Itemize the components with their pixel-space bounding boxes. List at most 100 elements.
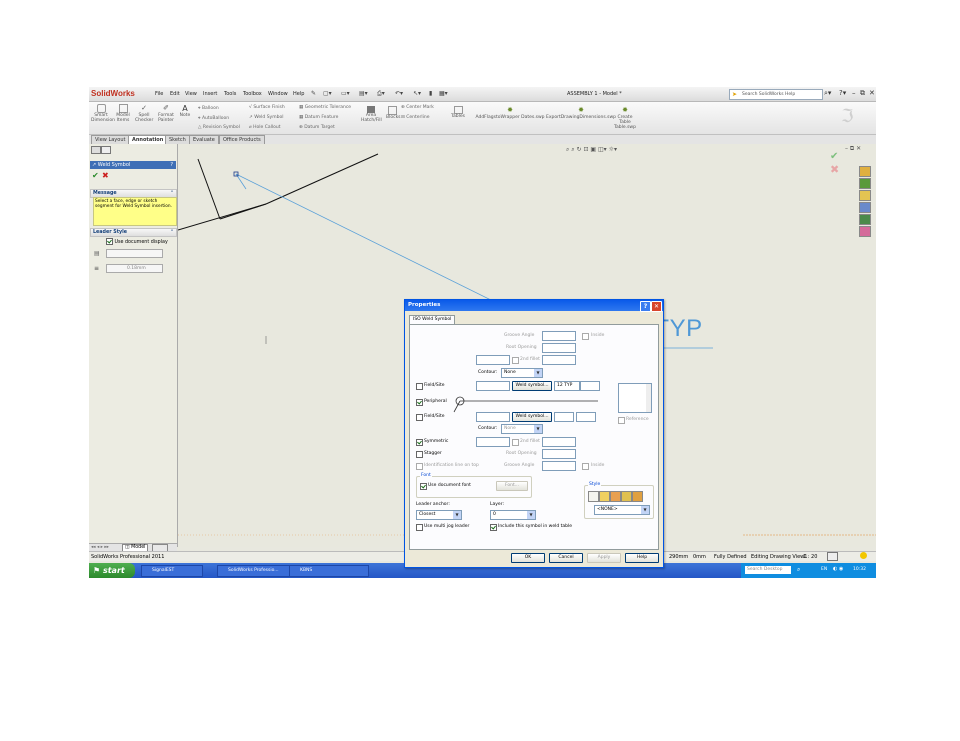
style-list-icon[interactable] — [588, 491, 599, 502]
weld-pitch-field-bottom[interactable] — [576, 412, 596, 422]
taskbar-item-signalest[interactable]: SignalEST — [141, 565, 203, 577]
blocks-button[interactable]: Blocks — [386, 106, 401, 120]
weld-length-field-bottom[interactable] — [554, 412, 574, 422]
save-style-icon[interactable] — [621, 491, 632, 502]
file-properties-icon[interactable]: ▦▾ — [439, 90, 448, 97]
language-indicator[interactable]: EN — [821, 567, 827, 572]
groove-angle-field-top[interactable] — [542, 331, 576, 341]
update-style-icon[interactable] — [610, 491, 621, 502]
collapse-icon-2[interactable]: ⌃ — [170, 229, 174, 236]
contour-select-bottom[interactable]: None ▼ — [501, 424, 543, 434]
apply-button[interactable]: Apply — [587, 553, 621, 563]
search-go-icon-2[interactable]: ⌕ — [797, 566, 800, 574]
collapse-icon[interactable]: ⌃ — [170, 190, 174, 197]
desktop-search-input[interactable]: Search Desktop — [745, 566, 791, 574]
revision-symbol-button[interactable]: △ Revision Symbol — [198, 125, 240, 130]
tab-iso-weld-symbol[interactable]: ISO Weld Symbol — [409, 315, 456, 324]
add-style-icon[interactable] — [599, 491, 610, 502]
menu-file[interactable]: File — [155, 91, 163, 97]
area-hatch-button[interactable]: Area Hatch/Fill — [361, 106, 382, 123]
weld-symbol-button-bottom[interactable]: Weld symbol... — [512, 412, 552, 422]
rebuild-icon[interactable]: ▮ — [429, 90, 432, 97]
reference-checkbox[interactable] — [618, 417, 625, 424]
macro-create-table-button[interactable]: ✸ Create Table Table.swp — [613, 106, 637, 130]
second-fillet-field-top[interactable] — [542, 355, 576, 365]
inside-checkbox-bottom[interactable] — [582, 463, 589, 470]
weld-symbol-button[interactable]: ↗ Weld Symbol — [249, 115, 283, 120]
fillet-size-field-top[interactable] — [476, 355, 510, 365]
pin-icon[interactable]: ✎ — [311, 90, 316, 97]
fillet-size-field-bottom[interactable] — [476, 437, 510, 447]
search-go-icon[interactable]: ⌕▾ — [824, 89, 831, 98]
dialog-help-button[interactable]: ? — [640, 301, 651, 312]
property-tab-icon[interactable] — [101, 146, 111, 154]
help-button[interactable]: Help — [625, 553, 659, 563]
macro-export-dims-button[interactable]: ✸ ExportDrawingDimensions.swp — [541, 106, 621, 120]
ok-check-icon[interactable]: ✔ — [92, 171, 99, 180]
close-button[interactable]: ✕ — [869, 89, 875, 97]
datum-feature-button[interactable]: ▦ Datum Feature — [299, 115, 338, 120]
dialog-close-button[interactable]: ✕ — [651, 301, 662, 312]
start-button[interactable]: ⚑ start — [89, 563, 135, 578]
geometric-tolerance-button[interactable]: ▦ Geometric Tolerance — [299, 105, 351, 110]
use-doc-display-option[interactable]: Use document display — [106, 238, 168, 245]
use-document-font-checkbox[interactable] — [420, 483, 427, 490]
quick-tips-icon[interactable] — [827, 552, 838, 561]
use-doc-display-checkbox[interactable] — [106, 238, 113, 245]
save-icon[interactable]: ▤▾ — [359, 90, 368, 97]
leader-style-group-header[interactable]: Leader Style ⌃ — [90, 228, 177, 237]
taskbar-item-kbns[interactable]: KBNS — [289, 565, 369, 577]
symbol-list[interactable] — [618, 383, 652, 413]
menu-toolbox[interactable]: Toolbox — [243, 91, 262, 97]
weld-length-field-top[interactable]: 12 TYP — [554, 381, 580, 391]
taskbar-item-solidworks[interactable]: SolidWorks Professio... — [217, 565, 297, 577]
select-icon[interactable]: ↖▾ — [413, 90, 421, 97]
layer-select[interactable]: 0 ▼ — [490, 510, 536, 520]
print-icon[interactable]: ⎙▾ — [377, 90, 385, 98]
load-style-icon[interactable] — [632, 491, 643, 502]
feature-tree-tab-icon[interactable] — [91, 146, 101, 154]
pm-help-button[interactable]: ? — [170, 161, 173, 169]
contour-select-top[interactable]: None ▼ — [501, 368, 543, 378]
menu-tools[interactable]: Tools — [224, 91, 236, 97]
tab-scroll-icon[interactable]: ◂◂ ◂ ▸ ▸▸ — [91, 545, 109, 550]
spell-checker-button[interactable]: ✓ Spell Checker — [135, 104, 153, 123]
weld-symbol-button-top[interactable]: Weld symbol... — [512, 381, 552, 391]
balloon-button[interactable]: ⌖ Balloon — [198, 105, 219, 111]
leader-anchor-select[interactable]: Closest ▼ — [416, 510, 462, 520]
root-opening-field-top[interactable] — [542, 343, 576, 353]
help-tips-icon[interactable] — [860, 552, 867, 559]
open-icon[interactable]: ▭▾ — [341, 90, 350, 97]
tables-button[interactable]: Tables — [451, 106, 465, 119]
macro-add-flags-button[interactable]: ✸ AddFlagstoWrapper Dates.swp — [471, 106, 549, 120]
line-style-select[interactable] — [106, 249, 163, 258]
second-fillet-checkbox-bottom[interactable] — [512, 439, 519, 446]
note-button[interactable]: A Note — [179, 104, 191, 118]
second-fillet-field-bottom[interactable] — [542, 437, 576, 447]
new-document-icon[interactable]: ▢▾ — [323, 90, 332, 97]
solidworks-logo[interactable]: SolidWorks — [91, 89, 151, 99]
hole-callout-button[interactable]: ⌀ Hole Callout — [249, 125, 281, 130]
root-opening-field-bottom[interactable] — [542, 449, 576, 459]
cancel-button[interactable]: Cancel — [549, 553, 583, 563]
restore-button[interactable]: ⧉ — [860, 89, 865, 98]
identification-line-checkbox[interactable] — [416, 463, 423, 470]
help-menu-icon[interactable]: ?▾ — [839, 89, 846, 97]
peripheral-checkbox[interactable] — [416, 399, 423, 406]
style-select[interactable]: <NONE> ▼ — [594, 505, 650, 515]
cancel-x-icon[interactable]: ✖ — [102, 171, 109, 180]
autoballoon-button[interactable]: ⌖ AutoBalloon — [198, 115, 229, 121]
menu-help[interactable]: Help — [293, 91, 304, 97]
minimize-button[interactable]: – — [852, 89, 856, 97]
weld-size-field-bottom[interactable] — [476, 412, 510, 422]
line-weight-select[interactable]: 0.18mm — [106, 264, 163, 273]
include-weld-table-checkbox[interactable] — [490, 524, 497, 531]
stagger-checkbox[interactable] — [416, 451, 423, 458]
search-help-input[interactable]: ➤ Search SolidWorks Help — [729, 89, 823, 100]
inside-checkbox-top[interactable] — [582, 333, 589, 340]
centerline-button[interactable]: ⊟ Centerline — [401, 115, 429, 120]
menu-insert[interactable]: Insert — [203, 91, 217, 97]
symmetric-checkbox[interactable] — [416, 439, 423, 446]
menu-view[interactable]: View — [185, 91, 197, 97]
tray-icons[interactable]: ◐ ◉ — [833, 566, 843, 572]
